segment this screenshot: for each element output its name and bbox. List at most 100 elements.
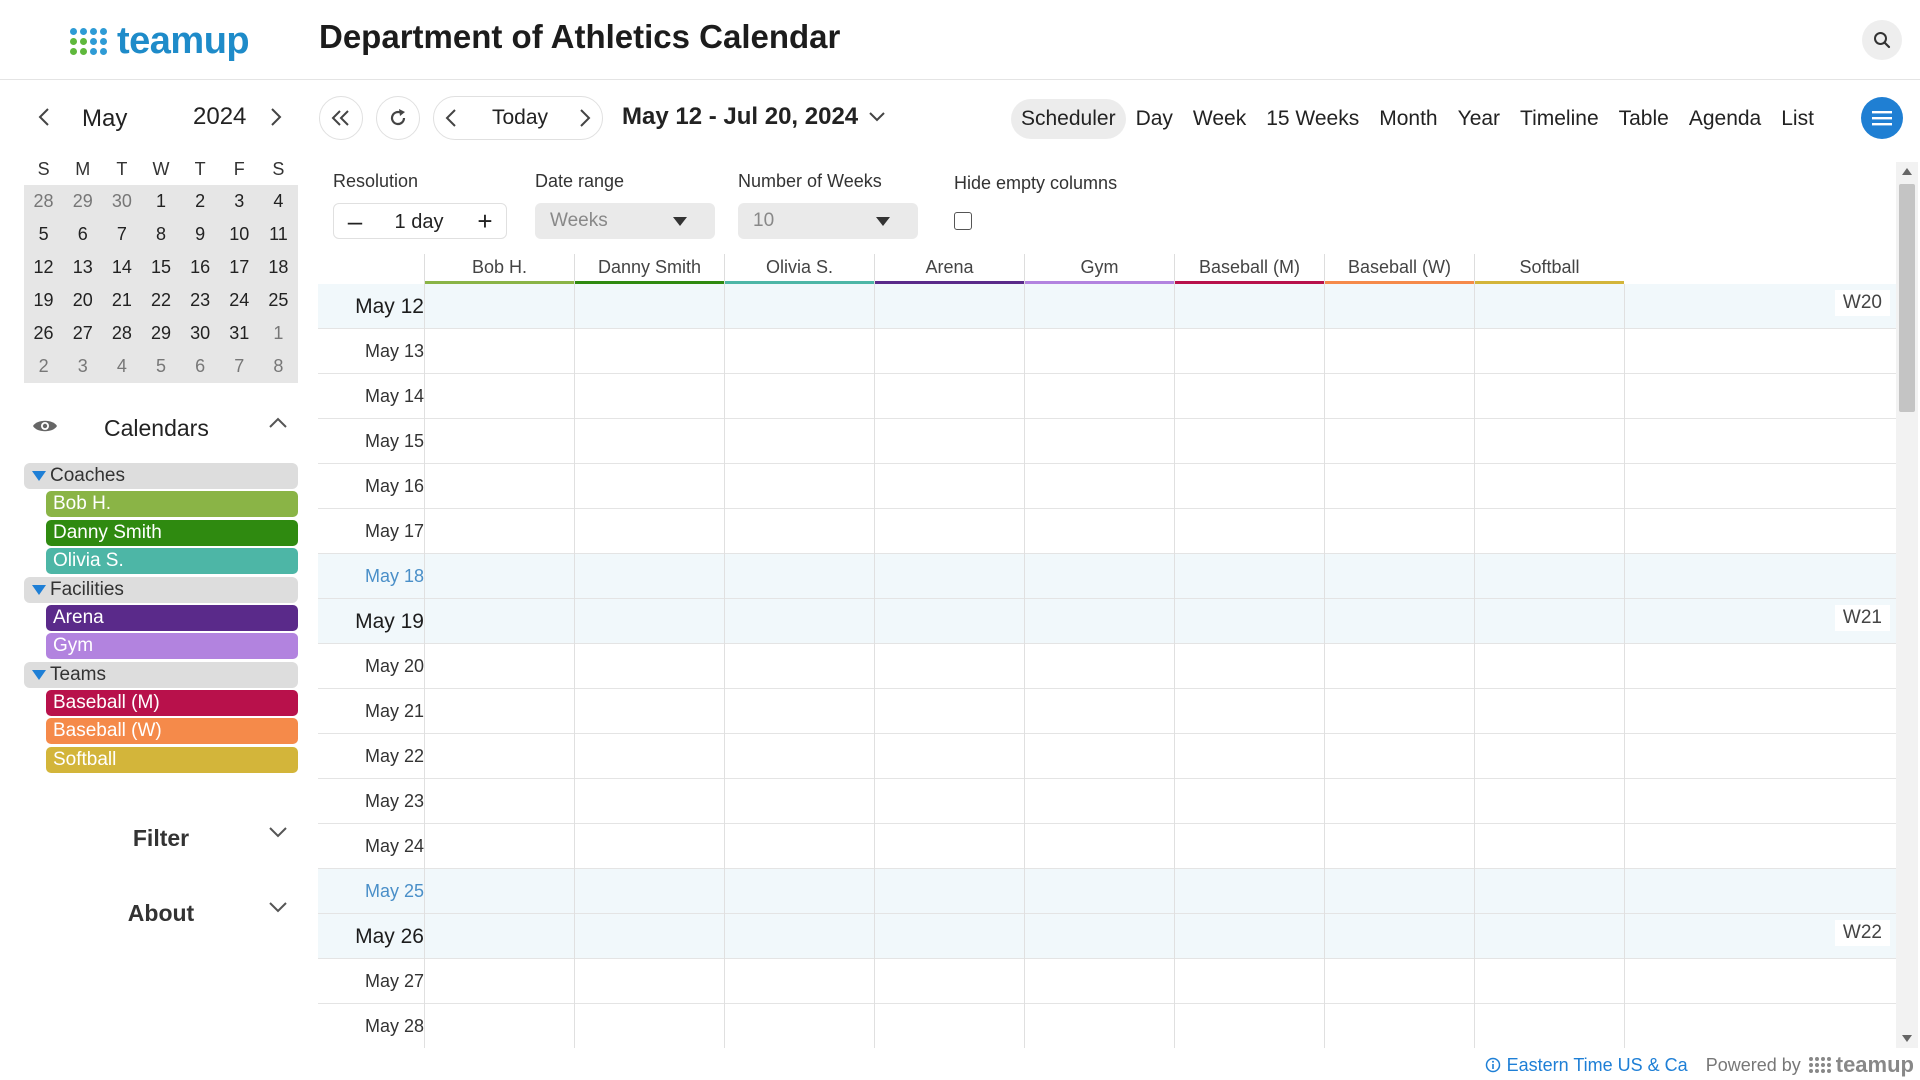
mini-day[interactable]: 8 [259, 356, 298, 377]
column-header[interactable]: Baseball (W) [1324, 254, 1474, 284]
view-tab[interactable]: Agenda [1679, 99, 1771, 139]
mini-day[interactable]: 10 [220, 224, 259, 245]
column-header[interactable]: Bob H. [424, 254, 574, 284]
scheduler-row[interactable]: May 14 [318, 374, 1896, 419]
view-tab[interactable]: 15 Weeks [1256, 99, 1369, 139]
mini-day[interactable]: 6 [181, 356, 220, 377]
row-date-label[interactable]: May 27 [318, 971, 424, 992]
view-tab[interactable]: Month [1369, 99, 1447, 139]
scheduler-row[interactable]: May 16 [318, 464, 1896, 509]
resolution-increase-button[interactable]: + [473, 208, 497, 234]
row-date-label[interactable]: May 20 [318, 656, 424, 677]
mini-day[interactable]: 31 [220, 323, 259, 344]
hide-empty-columns-checkbox[interactable] [954, 212, 972, 230]
calendar-item[interactable]: Baseball (M) [46, 689, 298, 716]
mini-day[interactable]: 17 [220, 257, 259, 278]
timezone-link[interactable]: Eastern Time US & Ca [1485, 1055, 1688, 1076]
scheduler-row[interactable]: May 24 [318, 824, 1896, 869]
view-tab[interactable]: Day [1126, 99, 1183, 139]
calendar-item[interactable]: Olivia S. [46, 548, 298, 574]
column-header[interactable]: Softball [1474, 254, 1624, 284]
mini-day[interactable]: 28 [24, 191, 63, 212]
view-tab[interactable]: Table [1609, 99, 1679, 139]
view-tab[interactable]: Year [1448, 99, 1510, 139]
calendar-group-header[interactable]: Coaches [24, 463, 298, 489]
mini-day[interactable]: 18 [259, 257, 298, 278]
mini-day[interactable]: 23 [181, 290, 220, 311]
scheduler-row[interactable]: May 22 [318, 734, 1896, 779]
mini-day[interactable]: 3 [63, 356, 102, 377]
mini-day[interactable]: 14 [102, 257, 141, 278]
today-button[interactable]: Today [492, 106, 548, 130]
scroll-down-icon[interactable] [1902, 1035, 1912, 1042]
mini-day[interactable]: 13 [63, 257, 102, 278]
mini-day[interactable]: 12 [24, 257, 63, 278]
mini-day[interactable]: 16 [181, 257, 220, 278]
row-date-label[interactable]: May 22 [318, 746, 424, 767]
next-period-icon[interactable] [578, 106, 592, 130]
mini-day[interactable]: 22 [141, 290, 180, 311]
mini-day[interactable]: 24 [220, 290, 259, 311]
column-header[interactable]: Danny Smith [574, 254, 724, 284]
view-tab[interactable]: Timeline [1510, 99, 1609, 139]
mini-day[interactable]: 5 [24, 224, 63, 245]
search-button[interactable] [1862, 20, 1902, 60]
scheduler-row[interactable]: May 12 W20 [318, 284, 1896, 329]
number-of-weeks-select[interactable]: 10 [738, 203, 918, 239]
collapse-sidebar-button[interactable] [319, 96, 363, 140]
row-date-label[interactable]: May 14 [318, 386, 424, 407]
refresh-button[interactable] [376, 96, 420, 140]
view-tab[interactable]: List [1771, 99, 1824, 139]
mini-prev-month-button[interactable] [32, 105, 56, 129]
mini-day[interactable]: 28 [102, 323, 141, 344]
view-tab[interactable]: Week [1183, 99, 1256, 139]
mini-day[interactable]: 30 [181, 323, 220, 344]
row-date-label[interactable]: May 19 [318, 610, 424, 634]
main-menu-button[interactable] [1861, 97, 1903, 139]
row-date-label[interactable]: May 21 [318, 701, 424, 722]
row-date-label[interactable]: May 17 [318, 521, 424, 542]
column-header[interactable]: Baseball (M) [1174, 254, 1324, 284]
calendar-item[interactable]: Danny Smith [46, 519, 298, 546]
scheduler-row[interactable]: May 28 [318, 1004, 1896, 1048]
mini-day[interactable]: 2 [181, 191, 220, 212]
calendar-group-header[interactable]: Teams [24, 661, 298, 688]
mini-day[interactable]: 21 [102, 290, 141, 311]
calendar-group-header[interactable]: Facilities [24, 576, 298, 603]
teamup-logo[interactable]: teamup [70, 20, 250, 63]
scheduler-row[interactable]: May 17 [318, 509, 1896, 554]
mini-day[interactable]: 9 [181, 224, 220, 245]
mini-day[interactable]: 30 [102, 191, 141, 212]
mini-year-label[interactable]: 2024 [193, 103, 246, 131]
scheduler-row[interactable]: May 21 [318, 689, 1896, 734]
mini-day[interactable]: 8 [141, 224, 180, 245]
prev-period-icon[interactable] [444, 106, 458, 130]
scheduler-row[interactable]: May 15 [318, 419, 1896, 464]
row-date-label[interactable]: May 26 [318, 925, 424, 949]
mini-day[interactable]: 5 [141, 356, 180, 377]
mini-day[interactable]: 20 [63, 290, 102, 311]
row-date-label[interactable]: May 25 [318, 881, 424, 902]
mini-day[interactable]: 29 [141, 323, 180, 344]
scheduler-row[interactable]: May 23 [318, 779, 1896, 824]
mini-day[interactable]: 1 [259, 323, 298, 344]
resolution-decrease-button[interactable]: – [343, 208, 367, 234]
filter-section[interactable]: Filter [24, 817, 298, 857]
scroll-up-icon[interactable] [1902, 168, 1912, 175]
row-date-label[interactable]: May 18 [318, 566, 424, 587]
mini-next-month-button[interactable] [264, 105, 288, 129]
mini-day[interactable]: 6 [63, 224, 102, 245]
column-header[interactable]: Gym [1024, 254, 1174, 284]
date-range-select[interactable]: Weeks [535, 203, 715, 239]
row-date-label[interactable]: May 16 [318, 476, 424, 497]
calendar-item[interactable]: Baseball (W) [46, 718, 298, 744]
grid-scrollbar[interactable] [1896, 162, 1918, 1048]
row-date-label[interactable]: May 15 [318, 431, 424, 452]
column-header[interactable]: Olivia S. [724, 254, 874, 284]
scheduler-row[interactable]: May 13 [318, 329, 1896, 374]
footer-teamup-logo[interactable]: teamup [1808, 1052, 1914, 1078]
about-section[interactable]: About [24, 892, 298, 932]
mini-day[interactable]: 4 [259, 191, 298, 212]
mini-day[interactable]: 29 [63, 191, 102, 212]
row-date-label[interactable]: May 23 [318, 791, 424, 812]
